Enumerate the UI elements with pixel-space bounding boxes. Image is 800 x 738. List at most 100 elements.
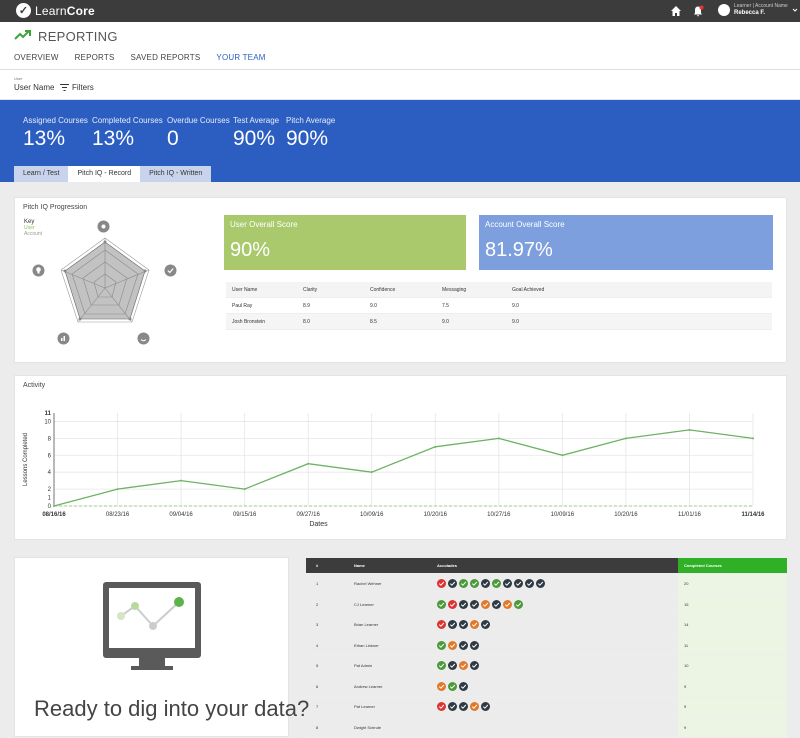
table-row[interactable]: Paul Ray 8.9 9.0 7.5 9.0: [226, 298, 772, 314]
cell: 7.5: [442, 303, 449, 309]
accolade-badge-icon[interactable]: [448, 579, 457, 588]
lightbulb-icon: [32, 264, 45, 282]
name-cell: Dwight Schrute: [354, 725, 381, 730]
name-cell: Ethan Linkner: [354, 643, 379, 648]
learncore-logo[interactable]: ✓ LearnCore: [16, 3, 95, 18]
accolade-badge-icon[interactable]: [514, 600, 523, 609]
table-row[interactable]: 5Pat Admin10: [306, 656, 787, 677]
user-overall-score: User Overall Score 90%: [224, 215, 466, 270]
accolade-badge-icon[interactable]: [437, 620, 446, 629]
user-menu[interactable]: Learner | Account Name Rebecca F.: [718, 3, 798, 17]
accolade-badge-icon[interactable]: [448, 620, 457, 629]
accolade-badge-icon[interactable]: [437, 682, 446, 691]
rank-cell: 3: [316, 622, 318, 627]
x-tick-label: 09/15/16: [233, 512, 257, 518]
completed-cell: 9: [684, 684, 686, 689]
stat-pitch-average: Pitch Average 90%: [286, 116, 335, 151]
accolade-badge-icon[interactable]: [470, 641, 479, 650]
accolade-badge-icon[interactable]: [536, 579, 545, 588]
pitch-score-table: User Name Clarity Confidence Messaging G…: [226, 282, 772, 330]
data-point: [561, 454, 563, 456]
accolade-badge-icon[interactable]: [503, 579, 512, 588]
stat-completed-courses: Completed Courses 13%: [92, 116, 163, 151]
name-cell: Rachel Wehner: [354, 581, 382, 586]
table-row[interactable]: 6Andrew Learner9: [306, 677, 787, 698]
stat-value: 13%: [23, 127, 88, 151]
subtab-pitch-iq-written[interactable]: Pitch IQ - Written: [140, 166, 211, 182]
user-select-label: User: [14, 76, 22, 81]
accolade-badge-icon[interactable]: [470, 661, 479, 670]
subtab-learn-test[interactable]: Learn / Test: [14, 166, 68, 182]
x-tick-label: 09/04/16: [169, 512, 193, 518]
rank-cell: 5: [316, 663, 318, 668]
accolade-badge-icon[interactable]: [437, 579, 446, 588]
y-tick-label: 10: [44, 419, 51, 425]
rank-cell: 2: [316, 602, 318, 607]
accolade-badge-icon[interactable]: [514, 579, 523, 588]
subtab-pitch-iq-record[interactable]: Pitch IQ - Record: [68, 166, 140, 182]
accolade-badge-icon[interactable]: [437, 600, 446, 609]
filters-button[interactable]: Filters: [60, 83, 94, 92]
filter-bar: User User Name Filters: [0, 70, 800, 100]
accolade-badge-icon[interactable]: [448, 600, 457, 609]
brand-name-a: Learn: [35, 4, 67, 18]
table-row[interactable]: 1Rachel Wehner20: [306, 574, 787, 595]
table-row[interactable]: 4Ethan Linkner11: [306, 636, 787, 657]
accolade-badge-icon[interactable]: [459, 579, 468, 588]
home-icon[interactable]: [670, 4, 682, 16]
accolade-badge-icon[interactable]: [492, 579, 501, 588]
notification-bell-icon[interactable]: [692, 4, 704, 16]
accolade-badge-icon[interactable]: [448, 641, 457, 650]
table-row[interactable]: 2CJ Learner15: [306, 595, 787, 616]
accolade-badge-icon[interactable]: [470, 600, 479, 609]
accolade-badge-icon[interactable]: [448, 682, 457, 691]
x-tick-label: 11/14/16: [741, 512, 765, 518]
cell: Josh Bronstein: [232, 319, 265, 325]
accolade-badge-icon[interactable]: [481, 600, 490, 609]
accolade-badge-icon[interactable]: [481, 579, 490, 588]
accolade-badge-icon[interactable]: [448, 661, 457, 670]
rank-cell: 4: [316, 643, 318, 648]
col-header: Completed Courses: [684, 563, 722, 568]
col-header: #: [316, 563, 318, 568]
name-cell: Brian Learner: [354, 622, 378, 627]
accolade-badge-icon[interactable]: [437, 641, 446, 650]
accolade-badge-icon[interactable]: [470, 620, 479, 629]
accolade-badge-icon[interactable]: [503, 600, 512, 609]
accolade-badge-icon[interactable]: [470, 579, 479, 588]
cell: 8.5: [370, 319, 377, 325]
col-header: User Name: [232, 287, 257, 293]
accolade-badge-icon[interactable]: [525, 579, 534, 588]
col-header: Goal Achieved: [512, 287, 544, 293]
accolade-badge-icon[interactable]: [481, 702, 490, 711]
user-select[interactable]: User Name: [14, 83, 54, 92]
accolade-badge-icon[interactable]: [459, 682, 468, 691]
accolade-badges: [437, 600, 525, 609]
table-row[interactable]: 3Brian Learner14: [306, 615, 787, 636]
accolade-badge-icon[interactable]: [459, 661, 468, 670]
accolade-badge-icon[interactable]: [459, 600, 468, 609]
accolade-badge-icon[interactable]: [481, 620, 490, 629]
accolade-badge-icon[interactable]: [459, 702, 468, 711]
cell: 8.9: [303, 303, 310, 309]
accolade-badge-icon[interactable]: [437, 702, 446, 711]
cta-heading: Ready to dig into your data?: [34, 696, 309, 722]
accolade-badge-icon[interactable]: [492, 600, 501, 609]
rank-cell: 7: [316, 704, 318, 709]
accolade-badge-icon[interactable]: [448, 702, 457, 711]
x-tick-label: 08/23/16: [106, 512, 130, 518]
table-row[interactable]: 7Pat Learner9: [306, 697, 787, 718]
accolade-badge-icon[interactable]: [470, 702, 479, 711]
table-row[interactable]: Josh Bronstein 8.0 8.5 9.0 9.0: [226, 314, 772, 330]
accolade-badge-icon[interactable]: [437, 661, 446, 670]
accolade-badge-icon[interactable]: [459, 620, 468, 629]
brand-name-b: Core: [67, 4, 95, 18]
accolade-badge-icon[interactable]: [459, 641, 468, 650]
y-tick-label: 2: [48, 487, 52, 493]
col-header: Confidence: [370, 287, 395, 293]
series-line: [54, 430, 753, 506]
stat-label: Completed Courses: [92, 116, 163, 125]
check-circle-icon: [164, 264, 177, 282]
y-tick-label: 1: [48, 496, 52, 502]
radar-user-area: [65, 242, 145, 319]
